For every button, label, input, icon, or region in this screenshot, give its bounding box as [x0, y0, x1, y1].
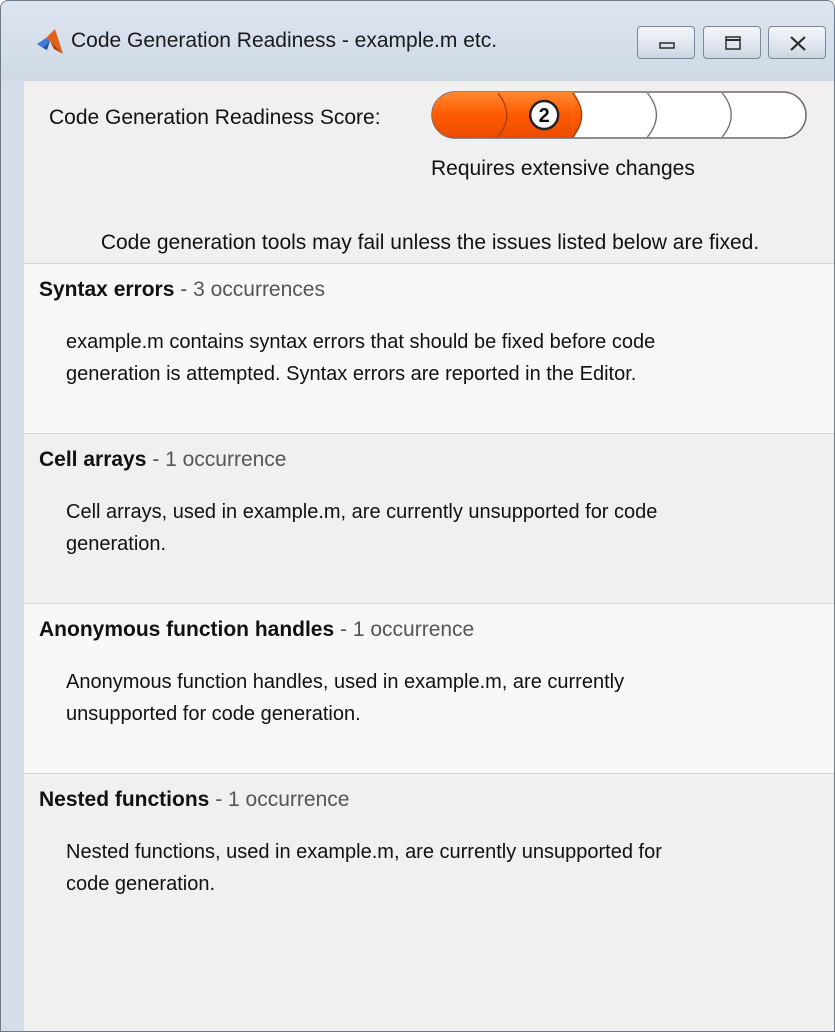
issue-description-line: unsupported for code generation.	[66, 703, 361, 725]
maximize-button[interactable]	[703, 26, 761, 59]
issue-separator: -	[174, 278, 194, 301]
issue-description-line: generation is attempted. Syntax errors a…	[66, 363, 637, 385]
minimize-button[interactable]	[637, 26, 695, 59]
score-label: Code Generation Readiness Score:	[49, 106, 381, 129]
issue-count: 1 occurrence	[165, 448, 287, 471]
issue-separator: -	[209, 788, 229, 811]
score-value: 2	[539, 105, 550, 127]
issue-description: Nested functions, used in example.m, are…	[66, 836, 786, 900]
issue-description: Cell arrays, used in example.m, are curr…	[66, 496, 786, 560]
issue-cell-arrays: Cell arrays - 1 occurrence Cell arrays, …	[24, 433, 834, 603]
title-bar[interactable]: Code Generation Readiness - example.m et…	[1, 1, 834, 81]
issue-syntax-errors: Syntax errors - 3 occurrences example.m …	[24, 263, 834, 433]
issue-description-line: generation.	[66, 533, 167, 555]
issue-title: Cell arrays	[39, 448, 147, 471]
score-caption: Requires extensive changes	[431, 157, 695, 180]
issue-nested-functions: Nested functions - 1 occurrence Nested f…	[24, 773, 834, 1031]
issue-count: 1 occurrence	[228, 788, 350, 811]
issue-header: Cell arrays - 1 occurrence	[39, 448, 287, 472]
issue-description: Anonymous function handles, used in exam…	[66, 666, 786, 730]
readiness-score-meter: 2	[431, 91, 807, 139]
matlab-icon	[35, 27, 65, 57]
report-panel: Code Generation Readiness Score: 2 Requi…	[24, 81, 834, 1031]
issue-description: example.m contains syntax errors that sh…	[66, 326, 786, 390]
issue-separator: -	[146, 448, 166, 471]
maximize-icon	[725, 36, 741, 50]
close-button[interactable]	[768, 26, 826, 59]
issue-description-line: example.m contains syntax errors that sh…	[66, 331, 656, 353]
minimize-icon	[659, 42, 675, 49]
issue-title: Nested functions	[39, 788, 210, 811]
issue-anonymous-function-handles: Anonymous function handles - 1 occurrenc…	[24, 603, 834, 773]
warning-message: Code generation tools may fail unless th…	[100, 231, 760, 254]
issue-title: Anonymous function handles	[39, 618, 335, 641]
window-title: Code Generation Readiness - example.m et…	[71, 29, 498, 52]
issue-description-line: code generation.	[66, 873, 216, 895]
close-icon	[790, 36, 806, 51]
issue-description-line: Anonymous function handles, used in exam…	[66, 671, 625, 693]
readiness-window: Code Generation Readiness - example.m et…	[0, 0, 835, 1032]
issue-description-line: Cell arrays, used in example.m, are curr…	[66, 501, 658, 523]
issue-title: Syntax errors	[39, 278, 175, 301]
issue-separator: -	[334, 618, 353, 641]
issue-count: 3 occurrences	[193, 278, 325, 301]
issue-header: Anonymous function handles - 1 occurrenc…	[39, 618, 474, 642]
issue-header: Syntax errors - 3 occurrences	[39, 278, 325, 302]
issue-description-line: Nested functions, used in example.m, are…	[66, 841, 662, 863]
issue-header: Nested functions - 1 occurrence	[39, 788, 349, 812]
issue-count: 1 occurrence	[352, 618, 475, 641]
